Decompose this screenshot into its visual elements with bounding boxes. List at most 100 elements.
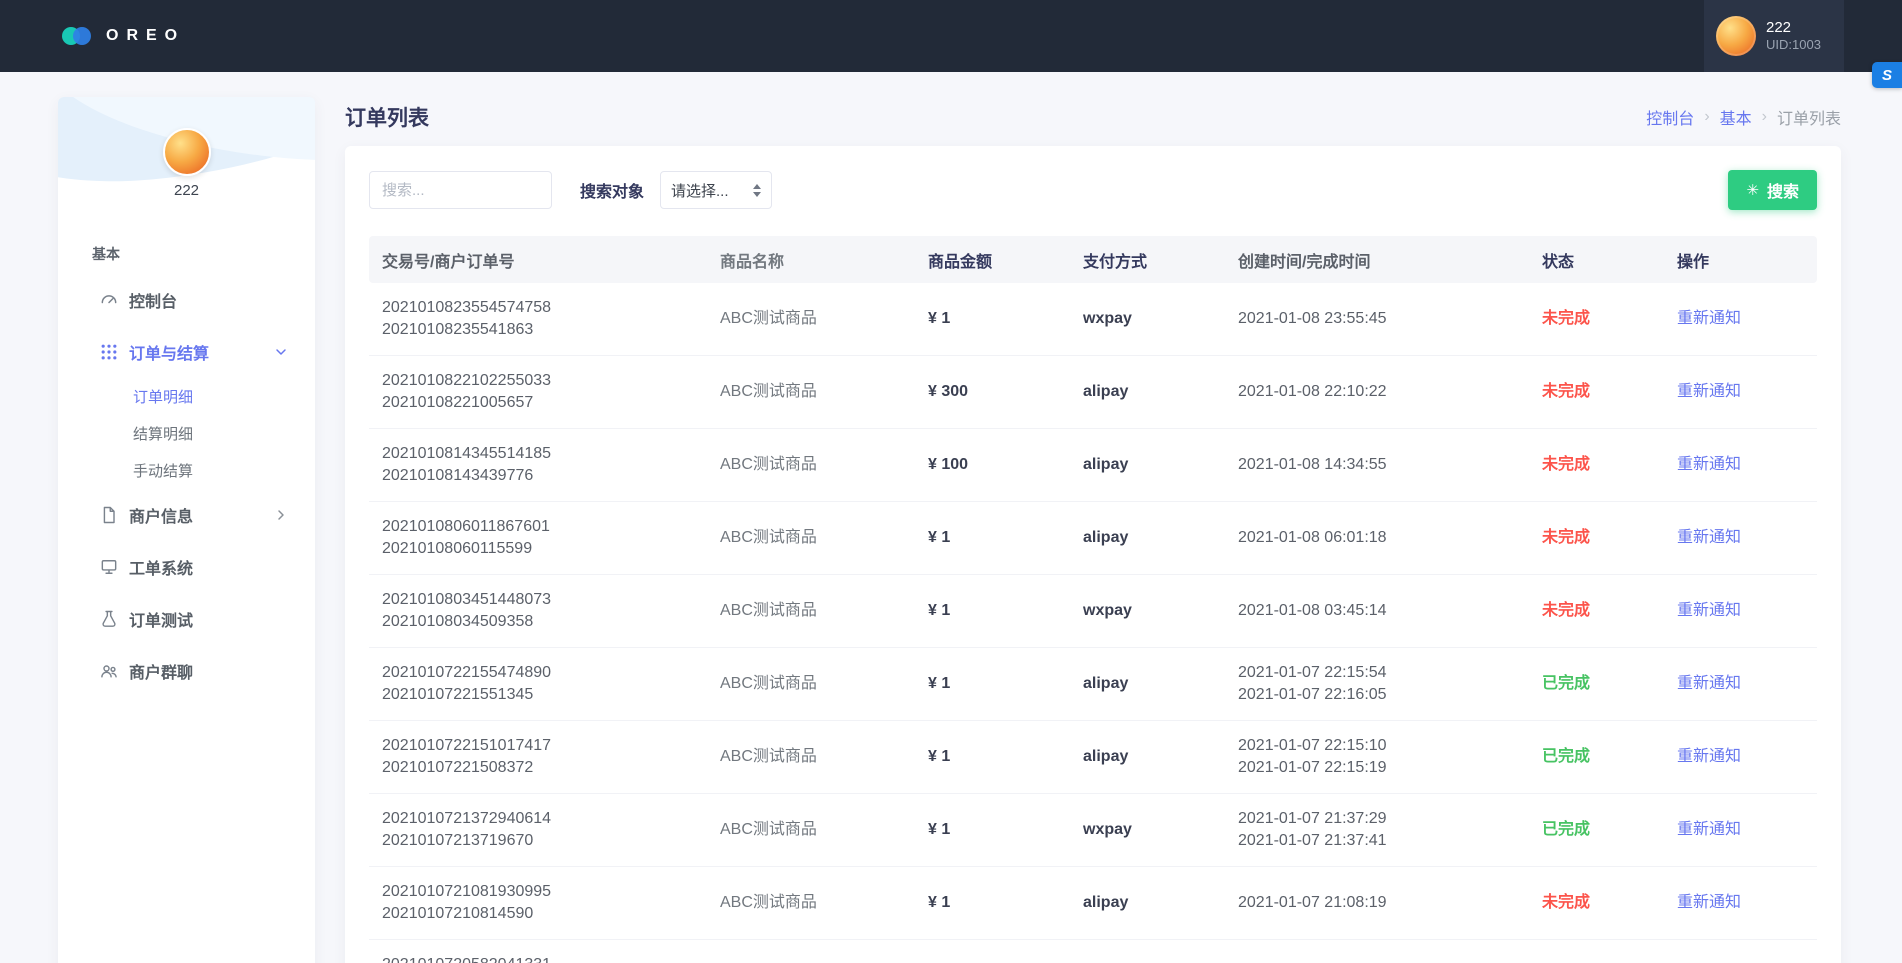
search-button-icon: ✳ <box>1746 183 1759 198</box>
search-target-select[interactable]: 请选择... <box>660 171 772 209</box>
sidebar-avatar[interactable] <box>163 128 211 176</box>
product-name: ABC测试商品 <box>720 892 928 914</box>
amount: ¥ 1 <box>928 308 1083 330</box>
sidebar-subitem[interactable]: 手动结算 <box>58 452 315 489</box>
amount: ¥ 1 <box>928 892 1083 914</box>
pay-method: wxpay <box>1083 819 1238 841</box>
pay-method: alipay <box>1083 892 1238 914</box>
trade-order-numbers: 202101072215547489020210107221551345 <box>382 662 720 706</box>
search-button-label: 搜索 <box>1767 178 1799 202</box>
table-row: 202101072137294061420210107213719670ABC测… <box>369 794 1817 867</box>
column-header: 交易号/商户订单号 <box>382 248 720 272</box>
breadcrumb-separator: › <box>1704 108 1709 126</box>
status-badge: 未完成 <box>1542 527 1677 549</box>
status-badge: 未完成 <box>1542 308 1677 330</box>
renotify-link[interactable]: 重新通知 <box>1677 529 1741 546</box>
actions-cell: 重新通知 <box>1677 454 1817 476</box>
select-value: 请选择... <box>671 180 729 201</box>
status-badge: 已完成 <box>1542 746 1677 768</box>
pay-method: alipay <box>1083 381 1238 403</box>
trade-order-numbers: 202101080345144807320210108034509358 <box>382 589 720 633</box>
table-header: 交易号/商户订单号商品名称商品金额支付方式创建时间/完成时间状态操作 <box>369 236 1817 283</box>
order-list-card: 搜索对象 请选择... ✳ 搜索 交易号/商户订单号商品名称商品金额支付方式创建… <box>345 146 1841 963</box>
sidebar-subitem[interactable]: 结算明细 <box>58 415 315 452</box>
search-button[interactable]: ✳ 搜索 <box>1728 170 1817 210</box>
times: 2021-01-07 22:15:102021-01-07 22:15:19 <box>1238 735 1542 779</box>
amount: ¥ 1 <box>928 673 1083 695</box>
brand[interactable]: OREO <box>62 26 185 46</box>
orders-table: 交易号/商户订单号商品名称商品金额支付方式创建时间/完成时间状态操作 20210… <box>369 236 1817 963</box>
table-row: 202101080345144807320210108034509358ABC测… <box>369 575 1817 648</box>
sidebar-item-dashboard[interactable]: 控制台 <box>58 274 315 326</box>
times: 2021-01-07 21:37:292021-01-07 21:37:41 <box>1238 808 1542 852</box>
renotify-link[interactable]: 重新通知 <box>1677 456 1741 473</box>
pay-method: alipay <box>1083 673 1238 695</box>
table-body: 202101082355457475820210108235541863ABC测… <box>369 283 1817 963</box>
column-header: 创建时间/完成时间 <box>1238 248 1542 272</box>
sidebar-item-label: 订单测试 <box>129 607 193 631</box>
user-avatar <box>1716 16 1756 56</box>
renotify-link[interactable]: 重新通知 <box>1677 383 1741 400</box>
breadcrumb-separator: › <box>1762 108 1767 126</box>
chevron-down-icon <box>273 344 289 360</box>
pay-method: alipay <box>1083 454 1238 476</box>
trade-order-numbers: 202101082210225503320210108221005657 <box>382 370 720 414</box>
renotify-link[interactable]: 重新通知 <box>1677 675 1741 692</box>
table-row: 202101072215547489020210107221551345ABC测… <box>369 648 1817 721</box>
product-name: ABC测试商品 <box>720 308 928 330</box>
sidebar-item-merchant-info[interactable]: 商户信息 <box>58 489 315 541</box>
table-row: 202101072215101741720210107221508372ABC测… <box>369 721 1817 794</box>
status-badge: 未完成 <box>1542 381 1677 403</box>
amount: ¥ 100 <box>928 454 1083 476</box>
trade-order-numbers: 202101080601186760120210108060115599 <box>382 516 720 560</box>
chevron-right-icon <box>273 507 289 523</box>
product-name: ABC测试商品 <box>720 381 928 403</box>
pay-method: alipay <box>1083 746 1238 768</box>
column-header: 支付方式 <box>1083 248 1238 272</box>
file-icon <box>99 505 119 525</box>
table-row: 202101082210225503320210108221005657ABC测… <box>369 356 1817 429</box>
brand-name: OREO <box>106 27 185 45</box>
amount: ¥ 1 <box>928 527 1083 549</box>
times: 2021-01-07 21:08:19 <box>1238 892 1542 914</box>
pay-method: wxpay <box>1083 600 1238 622</box>
times: 2021-01-08 23:55:45 <box>1238 308 1542 330</box>
sidebar-item-label: 控制台 <box>129 288 177 312</box>
sidebar-item-order-test[interactable]: 订单测试 <box>58 593 315 645</box>
breadcrumb-link[interactable]: 控制台 <box>1646 105 1694 129</box>
search-input[interactable] <box>369 171 552 209</box>
table-row: 202101072058204133120210107205820444ABC测… <box>369 940 1817 963</box>
renotify-link[interactable]: 重新通知 <box>1677 310 1741 327</box>
table-row: 202101072108193099520210107210814590ABC测… <box>369 867 1817 940</box>
actions-cell: 重新通知 <box>1677 819 1817 841</box>
times: 2021-01-07 22:15:542021-01-07 22:16:05 <box>1238 662 1542 706</box>
floating-widget-icon[interactable]: S <box>1872 62 1902 88</box>
amount: ¥ 1 <box>928 746 1083 768</box>
breadcrumb: 控制台 › 基本 › 订单列表 <box>1646 105 1841 129</box>
sidebar-subitem[interactable]: 订单明细 <box>58 378 315 415</box>
amount: ¥ 1 <box>928 819 1083 841</box>
actions-cell: 重新通知 <box>1677 746 1817 768</box>
renotify-link[interactable]: 重新通知 <box>1677 894 1741 911</box>
actions-cell: 重新通知 <box>1677 308 1817 330</box>
sidebar-item-orders-settlement[interactable]: 订单与结算 <box>58 326 315 378</box>
actions-cell: 重新通知 <box>1677 527 1817 549</box>
product-name: ABC测试商品 <box>720 819 928 841</box>
trade-order-numbers: 202101072215101741720210107221508372 <box>382 735 720 779</box>
breadcrumb-current: 订单列表 <box>1777 105 1841 129</box>
sidebar-item-label: 商户信息 <box>129 503 193 527</box>
product-name: ABC测试商品 <box>720 673 928 695</box>
breadcrumb-link[interactable]: 基本 <box>1720 105 1752 129</box>
sidebar-item-ticket-system[interactable]: 工单系统 <box>58 541 315 593</box>
sidebar-nav: 控制台订单与结算订单明细结算明细手动结算商户信息工单系统订单测试商户群聊 <box>58 274 315 697</box>
user-menu[interactable]: 222 UID:1003 <box>1704 0 1844 72</box>
users-icon <box>99 661 119 681</box>
renotify-link[interactable]: 重新通知 <box>1677 748 1741 765</box>
status-badge: 未完成 <box>1542 454 1677 476</box>
column-header: 商品金额 <box>928 248 1083 272</box>
times: 2021-01-08 06:01:18 <box>1238 527 1542 549</box>
column-header: 状态 <box>1542 248 1677 272</box>
renotify-link[interactable]: 重新通知 <box>1677 602 1741 619</box>
renotify-link[interactable]: 重新通知 <box>1677 821 1741 838</box>
sidebar-item-merchant-chat[interactable]: 商户群聊 <box>58 645 315 697</box>
